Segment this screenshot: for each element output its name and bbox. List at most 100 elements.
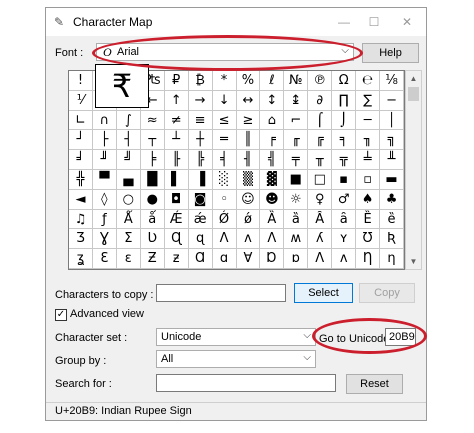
character-cell[interactable]: Ɋ [164,229,189,250]
character-cell[interactable]: Ʀ [380,229,404,250]
chars-to-copy-input[interactable] [156,284,286,302]
character-cell[interactable]: ∫ [116,110,141,131]
character-cell[interactable]: ╡ [212,150,237,170]
minimize-button[interactable]: — [329,12,359,32]
character-cell[interactable]: Ʌ [212,229,237,250]
character-set-dropdown[interactable]: Unicode ⌵ [156,328,316,346]
select-button[interactable]: Select [294,283,353,303]
character-cell[interactable]: ⅟ [69,90,93,111]
character-cell[interactable]: Ƞ [356,249,381,269]
character-cell[interactable]: ║ [236,130,261,151]
scroll-up-icon[interactable]: ▲ [406,71,421,86]
character-cell[interactable]: ≠ [164,110,189,131]
character-cell[interactable]: ȅ [380,209,404,230]
character-cell[interactable]: ɋ [188,229,213,250]
character-cell[interactable]: № [284,71,309,91]
character-cell[interactable]: Ʒ [69,229,93,250]
character-cell[interactable]: ═ [212,130,237,151]
character-cell[interactable]: □ [308,169,333,190]
character-cell[interactable]: ƞ [380,249,404,269]
character-cell[interactable]: ₿ [188,71,213,91]
character-cell[interactable]: ┤ [116,130,141,151]
character-cell[interactable]: ⌐ [284,110,309,131]
character-cell[interactable]: ╒ [260,130,285,151]
character-cell[interactable]: ╔ [308,130,333,151]
character-cell[interactable]: ┴ [164,130,189,151]
scroll-thumb[interactable] [408,87,419,101]
character-cell[interactable]: ╞ [140,150,165,170]
character-cell[interactable]: ╜ [92,150,117,170]
character-cell[interactable]: ♫ [69,209,93,230]
character-cell[interactable]: ʌ [236,229,261,250]
character-cell[interactable]: ▀ [92,169,117,190]
character-cell[interactable]: ↕ [260,90,285,111]
character-cell[interactable]: ╬ [69,169,93,190]
character-cell[interactable]: Ƶ [140,249,165,269]
character-cell[interactable]: ● [140,189,165,210]
character-cell[interactable]: ȃ [332,209,357,230]
character-cell[interactable]: Ʌ [260,229,285,250]
character-cell[interactable]: ≈ [140,110,165,131]
title-bar[interactable]: ✎ Character Map — ☐ ✕ [46,8,426,36]
character-cell[interactable]: ╠ [188,150,213,170]
character-cell[interactable]: Ɑ [188,249,213,269]
character-cell[interactable]: Ǻ [116,209,141,230]
character-cell[interactable]: ₽ [164,71,189,91]
character-cell[interactable]: ♀ [308,189,333,210]
character-cell[interactable]: ▫ [356,169,381,190]
character-cell[interactable]: ! [69,71,93,91]
character-cell[interactable]: % [236,71,261,91]
character-cell[interactable]: Ǽ [164,209,189,230]
character-cell[interactable]: ǿ [236,209,261,230]
character-cell[interactable]: Ɣ [92,229,117,250]
character-cell[interactable]: ☺ [236,189,261,210]
character-cell[interactable]: ▌ [164,169,189,190]
character-cell[interactable]: ╤ [284,150,309,170]
character-cell[interactable]: Ʃ [116,229,141,250]
grid-scrollbar[interactable]: ▲ ▼ [405,70,422,270]
character-cell[interactable]: ♂ [332,189,357,210]
character-cell[interactable]: Ɐ [236,249,261,269]
character-cell[interactable]: ♠ [356,189,381,210]
character-cell[interactable]: █ [140,169,165,190]
character-cell[interactable]: ʎ [308,229,333,250]
character-cell[interactable]: ▒ [236,169,261,190]
copy-button[interactable]: Copy [359,283,415,303]
scroll-down-icon[interactable]: ▼ [406,254,421,269]
search-input[interactable] [156,374,336,392]
character-cell[interactable]: ╣ [260,150,285,170]
character-cell[interactable]: ▄ [116,169,141,190]
character-cell[interactable]: ∑ [356,90,381,111]
character-cell[interactable]: ∂ [308,90,333,111]
character-cell[interactable]: ↓ [212,90,237,111]
character-cell[interactable]: Ʊ [356,229,381,250]
character-cell[interactable]: ʌ [332,249,357,269]
character-cell[interactable]: ƒ [92,209,117,230]
character-cell[interactable]: ╟ [164,150,189,170]
character-cell[interactable]: ☻ [260,189,285,210]
character-cell[interactable]: ℮ [356,71,381,91]
character-cell[interactable]: ▓ [260,169,285,190]
character-cell[interactable]: − [380,90,404,111]
character-cell[interactable]: ƶ [164,249,189,269]
character-cell[interactable]: Ǿ [212,209,237,230]
character-cell[interactable]: ↑ [164,90,189,111]
character-cell[interactable]: ≤ [212,110,237,131]
character-cell[interactable]: ┼ [188,130,213,151]
group-by-dropdown[interactable]: All ⌵ [156,350,316,368]
character-cell[interactable]: Ɛ [92,249,117,269]
character-cell[interactable]: ◦ [212,189,237,210]
character-cell[interactable]: ╕ [332,130,357,151]
character-cell[interactable]: ╛ [69,150,93,170]
character-cell[interactable]: ∩ [92,110,117,131]
maximize-button[interactable]: ☐ [359,12,389,32]
character-cell[interactable]: ⌂ [260,110,285,131]
character-cell[interactable]: * [212,71,237,91]
character-cell[interactable]: ɒ [284,249,309,269]
character-cell[interactable]: Ω [332,71,357,91]
character-cell[interactable]: ╖ [356,130,381,151]
character-cell[interactable]: ∏ [332,90,357,111]
character-cell[interactable]: ⌡ [332,110,357,131]
character-cell[interactable]: ▬ [380,169,404,190]
character-cell[interactable]: ↔ [236,90,261,111]
